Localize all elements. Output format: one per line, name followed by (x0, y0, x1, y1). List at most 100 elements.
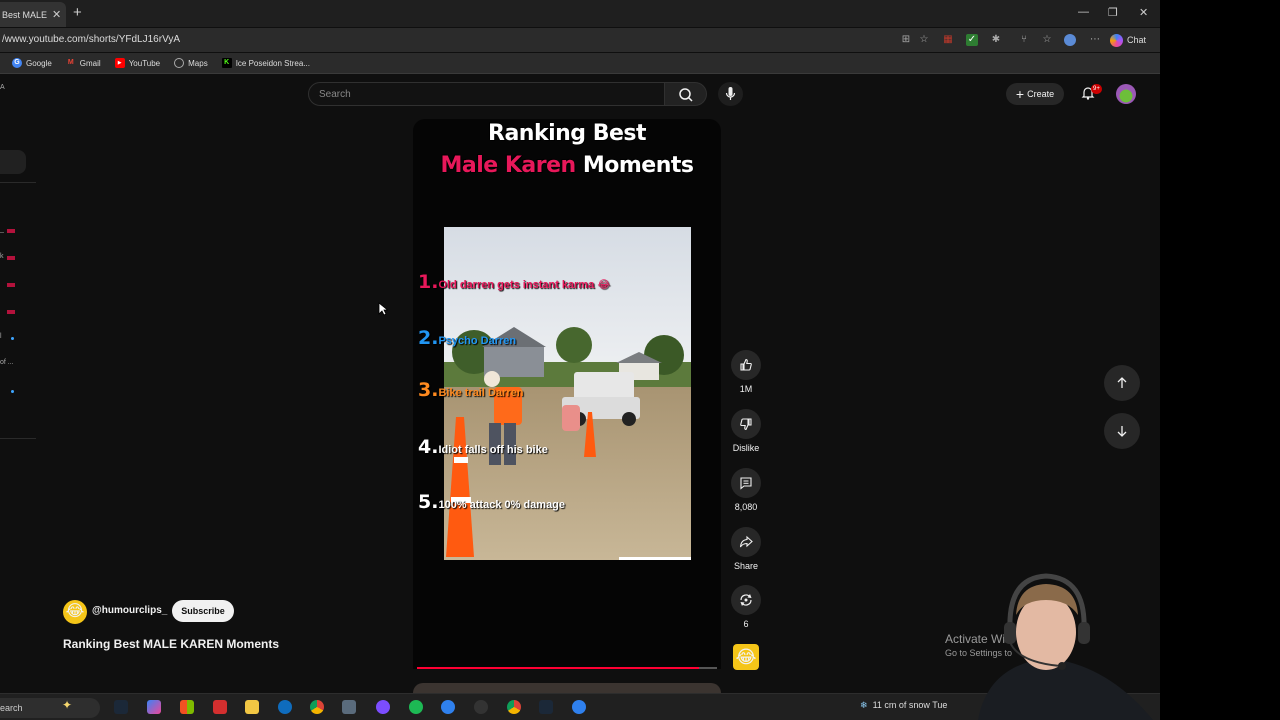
restore-icon[interactable]: ❐ (1108, 6, 1118, 19)
sidebar-fragment[interactable]: _ (0, 226, 4, 233)
sidebar-fragment[interactable]: k (0, 253, 4, 260)
split-screen-icon[interactable]: ⑂ (1018, 34, 1030, 46)
share-icon (739, 535, 753, 548)
plus-icon: + (1015, 86, 1025, 102)
new-content-dot-icon (11, 390, 14, 393)
obs-icon[interactable] (376, 700, 390, 714)
voice-search-button[interactable] (718, 82, 743, 106)
sidebar-fragment[interactable]: l (0, 333, 2, 340)
weather-widget[interactable]: ❄ 11 cm of snow Tue (860, 700, 947, 711)
address-bar[interactable]: /www.youtube.com/shorts/YFdLJ16rVyA (0, 31, 890, 50)
like-button[interactable]: 1M (731, 350, 761, 394)
mouse-cursor-icon (378, 302, 388, 316)
sidebar-divider (0, 438, 36, 439)
share-button[interactable]: Share (731, 527, 761, 571)
store-icon[interactable] (180, 700, 194, 714)
app-dark-icon[interactable] (474, 700, 488, 714)
bookmark-youtube[interactable]: ▶ YouTube (114, 58, 160, 68)
live-indicator-icon (7, 310, 15, 314)
globe-icon (174, 58, 185, 68)
account-avatar[interactable] (1116, 84, 1136, 104)
bookmark-ice-poseidon[interactable]: K Ice Poseidon Strea... (221, 58, 310, 68)
live-indicator-icon (7, 283, 15, 287)
dislike-label: Dislike (732, 443, 760, 453)
arrow-down-icon (1117, 426, 1127, 437)
channel-avatar[interactable]: 😂 (63, 600, 87, 624)
app-blue-icon[interactable] (441, 700, 455, 714)
favorites-icon[interactable]: ☆ (1041, 34, 1053, 46)
channel-thumbnail-icon[interactable]: 😂 (733, 644, 759, 670)
chrome-icon[interactable] (507, 700, 521, 714)
app-blue-icon[interactable] (572, 700, 586, 714)
snipping-tool-icon[interactable] (342, 700, 356, 714)
share-label: Share (733, 561, 759, 571)
favorite-star-icon[interactable]: ☆ (918, 34, 930, 46)
bookmark-google[interactable]: G Google (12, 58, 52, 68)
next-short-preview[interactable] (413, 683, 721, 693)
remix-icon (740, 594, 752, 606)
playback-progress-bar[interactable] (417, 667, 699, 669)
app-available-icon[interactable]: ⊞ (900, 34, 912, 46)
thumbs-up-icon (740, 358, 752, 371)
remix-button[interactable]: 6 (731, 585, 761, 629)
copilot-chat-button[interactable]: Chat (1110, 31, 1156, 49)
new-content-dot-icon (11, 337, 14, 340)
taskbar-search-input[interactable]: earch (0, 698, 100, 718)
comment-count: 8,080 (734, 502, 758, 512)
create-button[interactable]: + Create (1006, 83, 1064, 105)
youtube-icon: ▶ (114, 58, 125, 68)
copilot-app-icon[interactable] (147, 700, 161, 714)
webcam-person-image (978, 573, 1153, 720)
sidebar-fragment[interactable]: of ... (0, 359, 14, 366)
spotify-icon[interactable] (409, 700, 423, 714)
tab-close-icon[interactable]: ✕ (52, 8, 61, 21)
comments-button[interactable]: 8,080 (731, 468, 761, 512)
kick-icon: K (221, 58, 232, 68)
live-indicator-icon (7, 256, 15, 260)
search-icon (679, 88, 693, 102)
sparkle-icon: ✦ (62, 698, 73, 712)
sidebar-selected-item[interactable] (0, 150, 26, 174)
steam-icon[interactable] (114, 700, 128, 714)
ranking-item-1: 1.Old darren gets instant karma 😂 (418, 271, 611, 293)
comment-icon (740, 477, 752, 490)
minimize-icon[interactable]: — (1078, 6, 1089, 18)
extensions-puzzle-icon[interactable]: ✱ (990, 34, 1002, 46)
shorts-player[interactable]: Ranking Best Male Karen Moments 1.Old da… (413, 119, 721, 669)
google-icon: G (12, 58, 22, 68)
bookmark-maps[interactable]: Maps (174, 58, 208, 68)
subscribe-button[interactable]: Subscribe (172, 600, 234, 622)
profile-icon[interactable] (1064, 34, 1076, 46)
overlay-title-line2: Male Karen Moments (440, 153, 694, 179)
file-explorer-icon[interactable] (245, 700, 259, 714)
browser-tab[interactable]: Best MALE KA ✕ (0, 2, 66, 27)
steam-icon[interactable] (539, 700, 553, 714)
previous-short-button[interactable] (1104, 365, 1140, 401)
close-window-icon[interactable]: ✕ (1139, 6, 1148, 19)
chat-label: Chat (1127, 35, 1147, 45)
notification-badge: 9+ (1091, 84, 1102, 94)
new-tab-icon[interactable]: + (73, 4, 82, 21)
search-input[interactable]: Search (308, 82, 665, 106)
amd-icon[interactable] (213, 700, 227, 714)
next-short-button[interactable] (1104, 413, 1140, 449)
channel-handle[interactable]: @humourclips_ (92, 605, 167, 616)
bookmark-gmail[interactable]: M Gmail (66, 58, 101, 68)
dislike-button[interactable]: Dislike (731, 409, 761, 453)
ranking-item-3: 3.Bike trail Darren (418, 379, 524, 401)
bookmarks-bar: G Google M Gmail ▶ YouTube Maps K Ice Poseid… (0, 53, 1160, 74)
search-button[interactable] (665, 82, 707, 106)
webcam-overlay (958, 570, 1158, 720)
chrome-icon[interactable] (310, 700, 324, 714)
edge-icon[interactable] (278, 700, 292, 714)
overlay-title-line1: Ranking Best (488, 121, 648, 147)
thumbs-down-icon (740, 418, 752, 431)
arrow-up-icon (1117, 377, 1127, 388)
snowflake-icon: ❄ (860, 700, 868, 710)
extension-check-icon[interactable]: ✓ (966, 34, 978, 46)
playback-progress-remaining[interactable] (699, 667, 717, 669)
more-menu-icon[interactable]: ⋯ (1089, 34, 1101, 46)
extension-red-icon[interactable]: ▦ (942, 34, 954, 46)
like-count: 1M (739, 384, 753, 394)
tab-title: Best MALE KA (2, 9, 48, 20)
